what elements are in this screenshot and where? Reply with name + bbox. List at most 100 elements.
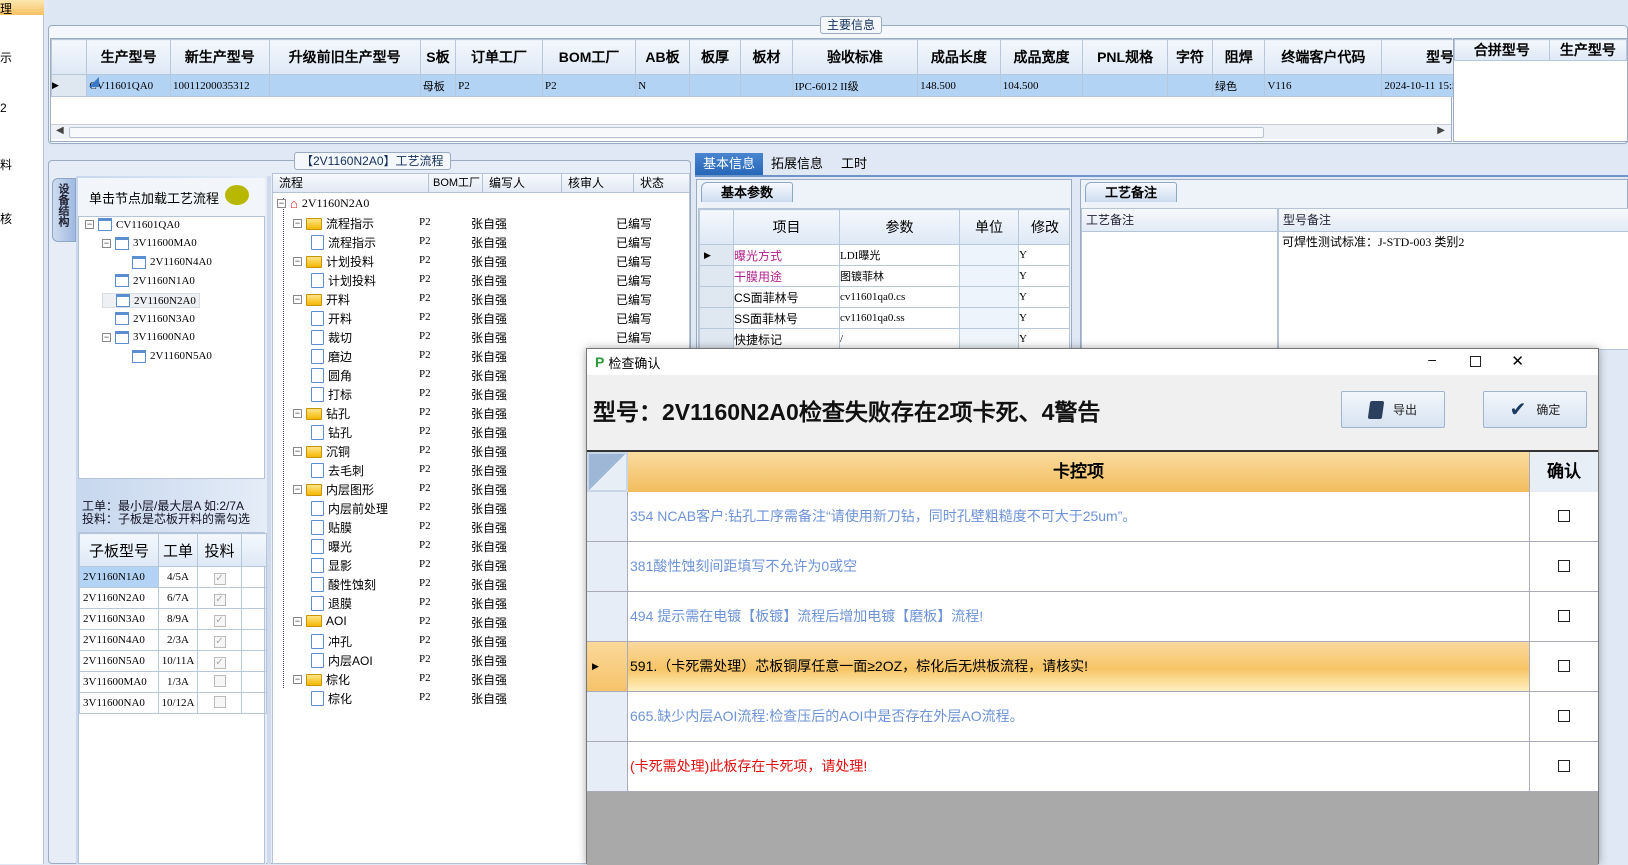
- table-row[interactable]: SS面菲林号 cv11601qa0.ss Y: [699, 307, 1069, 329]
- confirm-checkbox[interactable]: [1558, 610, 1570, 622]
- column-header[interactable]: 参数: [839, 209, 960, 245]
- table-cell[interactable]: 10011200035312: [169, 74, 270, 97]
- column-header[interactable]: 工单: [158, 533, 198, 567]
- check-item-row[interactable]: (卡死需处理)此板存在卡死项，请处理!: [587, 742, 1598, 792]
- table-row[interactable]: 2V1160N2A0 6/7A ✓: [79, 587, 267, 609]
- collapse-icon[interactable]: −: [102, 238, 111, 248]
- column-header-check-item[interactable]: 卡控项: [628, 452, 1529, 492]
- close-icon[interactable]: ✕: [1511, 352, 1524, 370]
- table-row[interactable]: 2V1160N1A0 4/5A ✓: [79, 566, 267, 588]
- collapse-icon[interactable]: −: [293, 295, 302, 304]
- param-unit-cell[interactable]: [959, 286, 1019, 308]
- tab-extended-info[interactable]: 拓展信息: [771, 153, 823, 175]
- process-remark-field[interactable]: 工艺备注: [1081, 208, 1278, 350]
- flow-node[interactable]: − 内层图形: [293, 481, 374, 498]
- work-order-cell[interactable]: 6/7A: [158, 587, 198, 609]
- flow-node[interactable]: 开料: [311, 310, 352, 327]
- flow-node[interactable]: 退膜: [311, 595, 352, 612]
- collapse-icon[interactable]: −: [293, 447, 302, 456]
- row-header-corner[interactable]: [699, 209, 734, 245]
- tab-process-remark[interactable]: 工艺备注: [1085, 182, 1177, 202]
- work-order-cell[interactable]: 4/5A: [158, 566, 198, 588]
- table-cell[interactable]: [268, 74, 421, 97]
- table-cell[interactable]: P2: [455, 74, 543, 97]
- column-header-confirm[interactable]: 确认: [1529, 452, 1598, 492]
- collapse-icon[interactable]: −: [293, 675, 302, 684]
- param-value-cell[interactable]: cv11601qa0.cs: [839, 286, 960, 308]
- feed-checkbox[interactable]: ✓: [213, 614, 226, 627]
- param-unit-cell[interactable]: [959, 244, 1019, 266]
- tree-node[interactable]: 2V1160N2A0: [102, 293, 200, 309]
- column-header[interactable]: 单位: [959, 209, 1019, 245]
- maximize-icon[interactable]: [1470, 356, 1481, 367]
- column-header[interactable]: 合拼型号: [1454, 39, 1550, 61]
- flow-node[interactable]: − ⌂ 2V1160N2A0: [277, 196, 369, 211]
- param-item-cell[interactable]: 曝光方式: [733, 244, 840, 266]
- sidebar-item[interactable]: 核: [0, 210, 12, 227]
- param-value-cell[interactable]: cv11601qa0.ss: [839, 307, 960, 329]
- row-selector[interactable]: [699, 328, 734, 349]
- flow-node[interactable]: 棕化: [311, 690, 352, 707]
- flow-node[interactable]: 钻孔: [311, 424, 352, 441]
- row-selector[interactable]: [699, 307, 734, 329]
- flow-node[interactable]: − 沉铜: [293, 443, 350, 460]
- confirm-checkbox[interactable]: [1558, 510, 1570, 522]
- sub-model-cell[interactable]: 2V1160N3A0: [79, 608, 159, 630]
- column-header[interactable]: 成品宽度: [999, 39, 1084, 75]
- column-header[interactable]: 终端客户代码: [1264, 39, 1383, 75]
- scroll-right-arrow-icon[interactable]: ▶: [1437, 125, 1445, 136]
- flow-node[interactable]: 打标: [311, 386, 352, 403]
- flow-node[interactable]: 磨边: [311, 348, 352, 365]
- row-selector[interactable]: ▶: [587, 642, 628, 691]
- scroll-left-arrow-icon[interactable]: ◀: [56, 125, 64, 136]
- table-row[interactable]: 干膜用途 图镀菲林 Y: [699, 265, 1069, 287]
- tab-basic-info[interactable]: 基本信息: [695, 153, 763, 175]
- table-cell[interactable]: 104.500: [999, 74, 1084, 97]
- collapse-icon[interactable]: −: [293, 219, 302, 228]
- row-selector[interactable]: ▶: [50, 74, 88, 97]
- tab-work-hours[interactable]: 工时: [841, 153, 867, 175]
- flow-node[interactable]: − 棕化: [293, 671, 350, 688]
- row-selector[interactable]: [587, 542, 628, 591]
- table-row[interactable]: 3V11600MA0 1/3A: [79, 671, 267, 693]
- sub-model-cell[interactable]: 2V1160N1A0: [79, 566, 159, 588]
- param-item-cell[interactable]: 快捷标记: [733, 328, 840, 349]
- tab-basic-params[interactable]: 基本参数: [701, 182, 793, 202]
- table-cell[interactable]: [1082, 74, 1168, 97]
- collapse-icon[interactable]: −: [293, 257, 302, 266]
- row-selector[interactable]: [699, 286, 734, 308]
- flow-node[interactable]: − 流程指示: [293, 215, 374, 232]
- sub-model-cell[interactable]: 3V11600MA0: [79, 671, 159, 693]
- param-unit-cell[interactable]: [959, 307, 1019, 329]
- check-item-row[interactable]: 381酸性蚀刻间距填写不允许为0或空: [587, 542, 1598, 592]
- param-item-cell[interactable]: 干膜用途: [733, 265, 840, 287]
- tree-node[interactable]: 2V1160N1A0: [102, 274, 195, 288]
- collapse-icon[interactable]: −: [293, 616, 302, 626]
- table-row[interactable]: 2V1160N4A0 2/3A ✓: [79, 629, 267, 651]
- table-cell[interactable]: V116: [1264, 74, 1383, 97]
- table-row[interactable]: CS面菲林号 cv11601qa0.cs Y: [699, 286, 1069, 308]
- table-cell[interactable]: N: [635, 74, 690, 97]
- table-cell[interactable]: 148.500: [917, 74, 1001, 97]
- tree-node[interactable]: 2V1160N3A0: [102, 312, 195, 325]
- collapse-icon[interactable]: −: [293, 485, 302, 494]
- column-header[interactable]: 验收标准: [791, 39, 919, 75]
- work-order-cell[interactable]: 10/11A: [158, 650, 198, 672]
- flow-node[interactable]: 冲孔: [311, 633, 352, 650]
- work-order-cell[interactable]: 10/12A: [158, 692, 198, 714]
- check-item-row[interactable]: ▶ 591.（卡死需处理）芯板铜厚任意一面≥2OZ，棕化后无烘板流程，请核实!: [587, 642, 1598, 692]
- flow-node[interactable]: 曝光: [311, 538, 352, 555]
- column-header[interactable]: 生产型号: [1548, 39, 1628, 61]
- column-header[interactable]: PNL规格: [1082, 39, 1168, 75]
- flow-node[interactable]: 显影: [311, 557, 352, 574]
- ok-button[interactable]: ✔ 确定: [1483, 391, 1587, 428]
- check-item-row[interactable]: 354 NCAB客户:钻孔工序需备注“请使用新刀钻，同时孔壁粗糙度不可大于25u…: [587, 492, 1598, 542]
- column-header[interactable]: S板: [419, 39, 457, 75]
- param-modify-cell[interactable]: Y: [1018, 244, 1069, 266]
- table-cell[interactable]: [688, 74, 742, 97]
- column-header[interactable]: AB板: [635, 39, 690, 75]
- table-row[interactable]: 2V1160N3A0 8/9A ✓: [79, 608, 267, 630]
- table-row[interactable]: 快捷标记 / Y: [699, 328, 1069, 349]
- flow-node[interactable]: 计划投料: [311, 272, 376, 289]
- param-item-cell[interactable]: CS面菲林号: [733, 286, 840, 308]
